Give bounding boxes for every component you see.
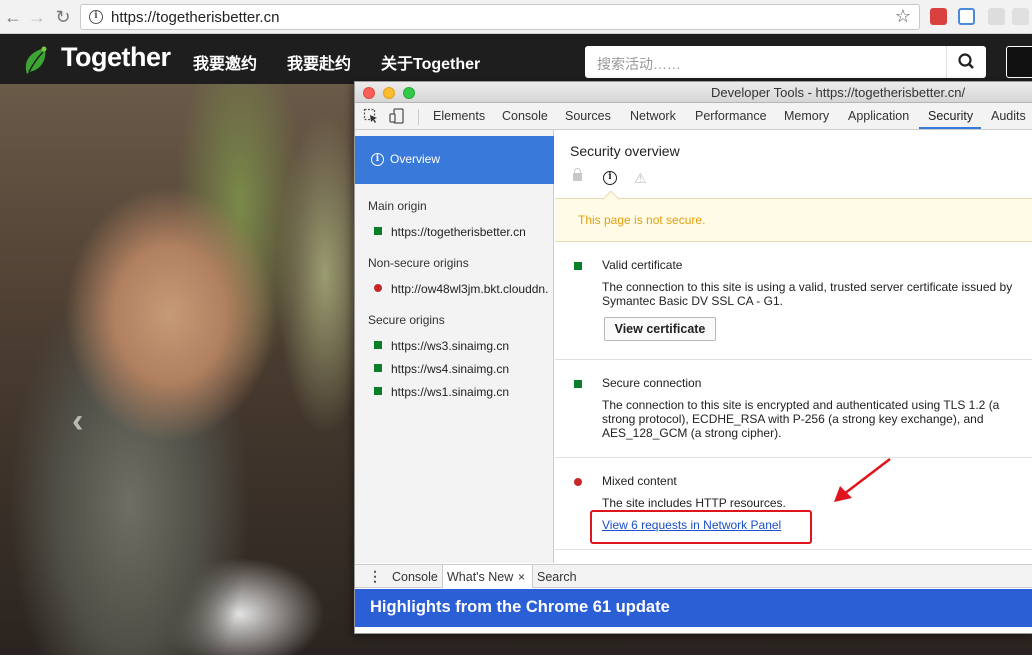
security-summary-text: This page is not secure. — [578, 213, 706, 227]
tab-console[interactable]: Console — [502, 109, 548, 123]
toolbar-divider — [418, 109, 419, 125]
carousel-prev-icon[interactable]: ‹ — [72, 402, 83, 441]
connection-card: Secure connection The connection to this… — [555, 360, 1032, 458]
sidebar-item-label: Overview — [390, 152, 441, 166]
extension-icon[interactable] — [988, 8, 1005, 25]
devtools-window: Developer Tools - https://togetherisbett… — [354, 81, 1032, 634]
browser-toolbar: ← → ↻ i https://togetherisbetter.cn ☆ — [0, 0, 1032, 34]
forward-arrow-icon[interactable]: → — [26, 6, 48, 28]
sidebar-item-secure-origin[interactable]: https://ws3.sinaimg.cn — [374, 339, 509, 353]
origin-label: https://ws1.sinaimg.cn — [391, 385, 510, 399]
sidebar-item-secure-origin[interactable]: https://ws4.sinaimg.cn — [374, 362, 509, 376]
mixed-content-card: Mixed content The site includes HTTP res… — [555, 458, 1032, 550]
extension-icon[interactable] — [1012, 8, 1029, 25]
tab-network[interactable]: Network — [630, 109, 676, 123]
site-header: Together 我要邀约 我要赴约 关于Together 搜索活动…… — [0, 34, 1032, 84]
sidebar-heading-secure-origins: Secure origins — [368, 313, 445, 327]
secure-marker-icon — [374, 227, 382, 235]
security-state-icons: i ⚠ — [570, 168, 670, 188]
lock-icon — [573, 168, 582, 181]
mixed-content-description: The site includes HTTP resources. — [602, 496, 786, 510]
info-icon: i — [371, 153, 384, 166]
info-icon: i — [603, 171, 617, 185]
sidebar-item-secure-origin[interactable]: https://ws1.sinaimg.cn — [374, 385, 509, 399]
maximize-window-icon[interactable] — [403, 87, 415, 99]
extension-icon[interactable] — [958, 8, 975, 25]
site-logo-text[interactable]: Together — [61, 42, 171, 73]
warning-icon: ⚠ — [634, 170, 647, 186]
nav-link-about[interactable]: 关于Together — [381, 50, 480, 74]
security-overview-panel: Security overview i ⚠ This page is not s… — [555, 130, 1032, 563]
drawer-tab-search[interactable]: Search — [537, 570, 577, 584]
origin-label: https://ws3.sinaimg.cn — [391, 339, 510, 353]
devtools-titlebar: Developer Tools - https://togetherisbett… — [355, 82, 1032, 103]
tab-performance[interactable]: Performance — [695, 109, 767, 123]
minimize-window-icon[interactable] — [383, 87, 395, 99]
extension-icon[interactable] — [930, 8, 947, 25]
certificate-description: The connection to this site is using a v… — [602, 280, 1013, 308]
site-info-icon[interactable]: i — [89, 10, 103, 24]
sidebar-item-non-secure-origin[interactable]: http://ow48wl3jm.bkt.clouddn. — [374, 282, 548, 296]
close-icon[interactable]: × — [518, 570, 525, 584]
secure-marker-icon — [374, 341, 382, 349]
reload-icon[interactable]: ↻ — [52, 6, 74, 28]
url-text[interactable]: https://togetherisbetter.cn — [111, 9, 279, 26]
nav-link-invite[interactable]: 我要邀约 — [193, 50, 257, 74]
more-tools-menu-icon[interactable]: ⋮ — [368, 569, 382, 583]
tab-security[interactable]: Security — [928, 109, 973, 123]
drawer-tab-console[interactable]: Console — [392, 570, 438, 584]
site-search-button[interactable] — [946, 46, 986, 78]
device-toolbar-icon[interactable] — [389, 108, 405, 124]
devtools-tabbar: Elements Console Sources Network Perform… — [355, 103, 1032, 130]
insecure-marker-icon — [574, 478, 582, 486]
active-tab-indicator — [919, 127, 981, 129]
security-overview-title: Security overview — [570, 143, 680, 159]
bookmark-star-icon[interactable]: ☆ — [895, 6, 911, 27]
tab-elements[interactable]: Elements — [433, 109, 485, 123]
secure-marker-icon — [574, 262, 582, 270]
whats-new-banner: Highlights from the Chrome 61 update — [355, 589, 1032, 627]
devtools-window-title: Developer Tools - https://togetherisbett… — [711, 85, 966, 100]
sidebar-heading-main-origin: Main origin — [368, 199, 427, 213]
origin-label: https://ws4.sinaimg.cn — [391, 362, 510, 376]
mixed-content-title: Mixed content — [602, 474, 677, 488]
back-arrow-icon[interactable]: ← — [2, 6, 24, 28]
sidebar-heading-non-secure: Non-secure origins — [368, 256, 469, 270]
secure-marker-icon — [574, 380, 582, 388]
close-window-icon[interactable] — [363, 87, 375, 99]
header-button[interactable] — [1006, 46, 1032, 78]
secure-marker-icon — [374, 364, 382, 372]
leaf-logo-icon — [25, 46, 47, 74]
connection-description: The connection to this site is encrypted… — [602, 398, 1000, 440]
secure-marker-icon — [374, 387, 382, 395]
sidebar-item-main-origin[interactable]: https://togetherisbetter.cn — [374, 225, 526, 239]
certificate-card: Valid certificate The connection to this… — [555, 242, 1032, 360]
security-summary-banner: This page is not secure. — [555, 198, 1032, 242]
inspect-element-icon[interactable] — [363, 108, 379, 124]
origin-label: https://togetherisbetter.cn — [391, 225, 526, 239]
tab-audits[interactable]: Audits — [991, 109, 1026, 123]
connection-title: Secure connection — [602, 376, 702, 390]
insecure-marker-icon — [374, 284, 382, 292]
origin-label: http://ow48wl3jm.bkt.clouddn. — [391, 282, 549, 296]
certificate-title: Valid certificate — [602, 258, 683, 272]
tab-sources[interactable]: Sources — [565, 109, 611, 123]
drawer-tabbar: ⋮ Console What's New × Search — [355, 564, 1032, 588]
annotation-arrow-icon — [834, 458, 891, 502]
view-certificate-button[interactable]: View certificate — [604, 317, 716, 341]
sidebar-item-overview[interactable]: i Overview — [355, 136, 554, 184]
nav-link-attend[interactable]: 我要赴约 — [287, 50, 351, 74]
address-bar[interactable]: i https://togetherisbetter.cn ☆ — [80, 4, 920, 30]
search-icon — [958, 53, 974, 69]
site-search-input[interactable]: 搜索活动…… — [585, 46, 946, 78]
annotation-highlight-box — [590, 510, 812, 544]
security-sidebar: i Overview Main origin https://togetheri… — [355, 130, 554, 563]
tab-application[interactable]: Application — [848, 109, 909, 123]
drawer-tab-whats-new[interactable]: What's New — [447, 570, 513, 584]
tab-memory[interactable]: Memory — [784, 109, 829, 123]
whats-new-title: Highlights from the Chrome 61 update — [370, 598, 670, 616]
